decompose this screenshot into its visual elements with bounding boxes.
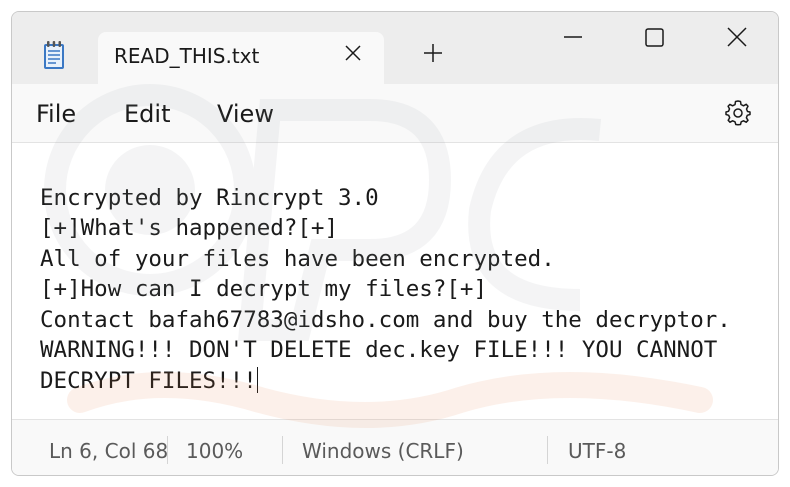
- status-encoding: UTF-8: [568, 439, 627, 463]
- menu-view[interactable]: View: [217, 100, 274, 128]
- menu-edit[interactable]: Edit: [124, 100, 170, 128]
- status-divider: [282, 436, 283, 464]
- status-divider: [547, 436, 548, 464]
- text-line-6: WARNING!!! DON'T DELETE dec.key FILE!!! …: [40, 337, 718, 363]
- notepad-window: READ_THIS.txt File Edit View Encrypted b…: [11, 11, 779, 476]
- text-cursor: [256, 367, 259, 393]
- text-line-2: [+]What's happened?[+]: [40, 215, 339, 241]
- text-line-1: Encrypted by Rincrypt 3.0: [40, 185, 379, 211]
- tab-read-this[interactable]: READ_THIS.txt: [98, 32, 384, 84]
- status-line-ending: Windows (CRLF): [302, 439, 464, 463]
- close-icon[interactable]: [344, 44, 362, 62]
- maximize-icon[interactable]: [632, 22, 678, 52]
- text-line-4: [+]How can I decrypt my files?[+]: [40, 276, 488, 302]
- status-zoom[interactable]: 100%: [186, 439, 243, 463]
- gear-icon[interactable]: [724, 98, 752, 126]
- text-line-5: Contact bafah67783@idsho.com and buy the…: [40, 307, 731, 333]
- text-line-7-content: DECRYPT FILES!!!: [40, 368, 257, 394]
- title-bar[interactable]: READ_THIS.txt: [12, 12, 778, 84]
- text-editor[interactable]: Encrypted by Rincrypt 3.0 [+]What's happ…: [12, 142, 778, 420]
- text-line-7: DECRYPT FILES!!!: [40, 366, 259, 396]
- plus-icon[interactable]: [422, 42, 444, 64]
- status-position: Ln 6, Col 68: [49, 439, 169, 463]
- minimize-icon[interactable]: [550, 22, 596, 52]
- menu-file[interactable]: File: [36, 100, 76, 128]
- notepad-icon: [44, 41, 64, 69]
- status-divider: [167, 436, 168, 464]
- close-window-icon[interactable]: [714, 22, 760, 52]
- text-line-3: All of your files have been encrypted.: [40, 246, 555, 272]
- tab-title: READ_THIS.txt: [114, 44, 260, 68]
